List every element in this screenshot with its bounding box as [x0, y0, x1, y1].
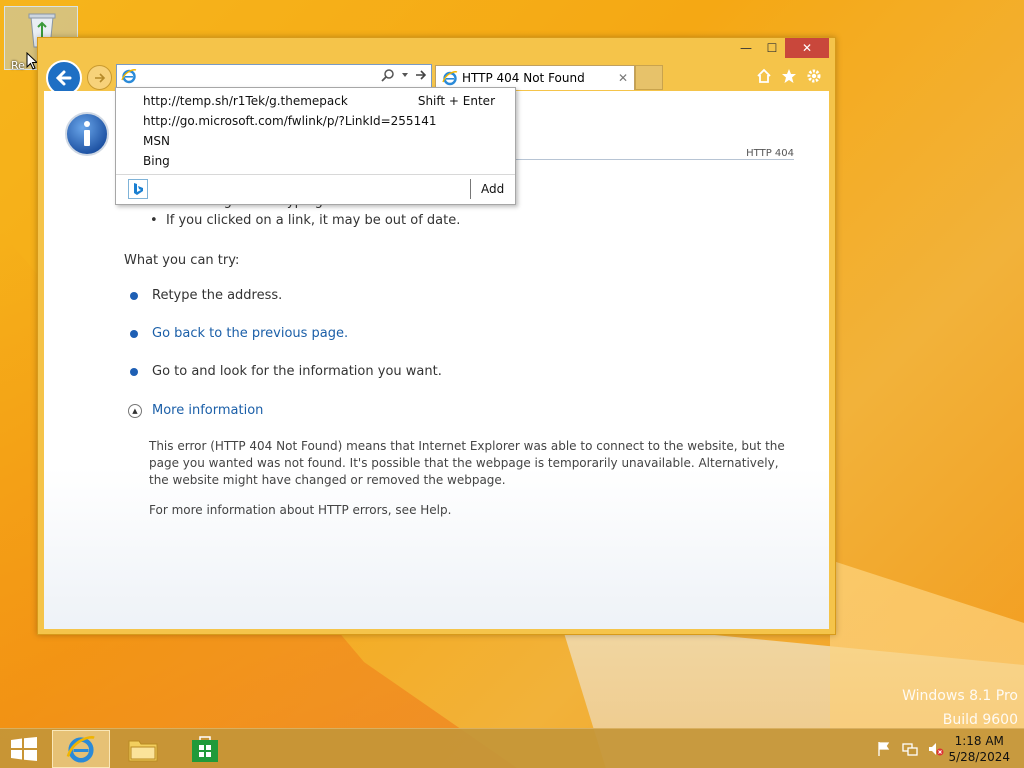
- more-information-toggle[interactable]: ▲ More information: [128, 403, 263, 418]
- address-suggestions-dropdown: http://temp.sh/r1Tek/g.themepack Shift +…: [115, 87, 516, 205]
- try-item-retype: Retype the address.: [130, 288, 282, 303]
- ie-logo-icon: [66, 736, 95, 763]
- address-input[interactable]: [139, 67, 369, 85]
- os-watermark: Windows 8.1 Pro Build 9600: [902, 688, 1018, 728]
- arrow-right-icon: [94, 72, 105, 83]
- bullet-item: • If you clicked on a link, it may be ou…: [150, 213, 461, 228]
- system-tray: [876, 741, 944, 757]
- error-description: This error (HTTP 404 Not Found) means th…: [149, 439, 785, 487]
- chevron-up-icon: ▲: [128, 403, 142, 418]
- address-bar[interactable]: [116, 64, 432, 88]
- taskbar-file-explorer[interactable]: [114, 730, 172, 768]
- window-controls: — ☐ ✕: [733, 38, 829, 58]
- suggestion-item[interactable]: MSN: [143, 134, 170, 148]
- dropdown-divider: [116, 174, 515, 175]
- network-icon[interactable]: [902, 741, 918, 757]
- try-item-go-to: Go to and look for the information you w…: [130, 364, 442, 379]
- settings-button[interactable]: [805, 67, 823, 85]
- store-icon: [192, 736, 218, 762]
- bing-search-provider-button[interactable]: [128, 179, 148, 199]
- clock-date: 5/28/2024: [948, 750, 1010, 764]
- gear-icon: [807, 69, 821, 83]
- folder-icon: [128, 740, 158, 762]
- flag-icon[interactable]: [876, 741, 892, 757]
- suggestion-item[interactable]: Bing: [143, 154, 170, 168]
- chevron-down-icon[interactable]: [401, 71, 409, 79]
- try-item-go-back: Go back to the previous page.: [130, 326, 348, 341]
- home-button[interactable]: [755, 67, 773, 85]
- dropdown-vertical-divider: [470, 179, 471, 199]
- ie-logo-icon: [121, 69, 137, 84]
- star-icon: [782, 69, 796, 83]
- minimize-button[interactable]: —: [733, 38, 759, 58]
- add-provider-button[interactable]: Add: [481, 182, 504, 196]
- maximize-button[interactable]: ☐: [759, 38, 785, 58]
- windows-start-icon[interactable]: [10, 737, 38, 761]
- arrow-left-icon: [55, 70, 72, 86]
- shortcut-hint: Shift + Enter: [417, 94, 495, 108]
- what-you-can-try-heading: What you can try:: [124, 253, 240, 268]
- taskbar: 1:18 AM 5/28/2024: [0, 728, 1024, 768]
- http-code-label: HTTP 404: [746, 148, 794, 159]
- bing-icon: [134, 183, 143, 195]
- help-text: For more information about HTTP errors, …: [149, 503, 452, 517]
- bullet-dot-icon: [130, 329, 138, 338]
- tab-close-icon[interactable]: ✕: [618, 71, 628, 85]
- clock-time: 1:18 AM: [954, 734, 1004, 748]
- new-tab-button[interactable]: [635, 65, 663, 90]
- volume-muted-icon[interactable]: [928, 741, 944, 757]
- go-arrow-icon[interactable]: [415, 69, 427, 81]
- bullet-dot-icon: [130, 291, 138, 300]
- search-icon[interactable]: [381, 68, 395, 82]
- home-icon: [757, 68, 771, 83]
- tab-title: HTTP 404 Not Found: [462, 71, 585, 85]
- close-button[interactable]: ✕: [785, 38, 829, 58]
- taskbar-store[interactable]: [176, 730, 234, 768]
- forward-button[interactable]: [87, 65, 112, 90]
- favorites-button[interactable]: [780, 67, 798, 85]
- suggestion-item[interactable]: http://temp.sh/r1Tek/g.themepack: [143, 94, 348, 108]
- info-icon: [65, 112, 109, 156]
- taskbar-clock[interactable]: 1:18 AM 5/28/2024: [948, 733, 1010, 765]
- bullet-dot-icon: [130, 367, 138, 376]
- suggestion-item[interactable]: http://go.microsoft.com/fwlink/p/?LinkId…: [143, 114, 436, 128]
- go-back-link[interactable]: Go back to the previous page.: [152, 326, 348, 341]
- recycle-bin-label: Re: [11, 59, 25, 72]
- ie-logo-icon: [442, 71, 458, 86]
- taskbar-internet-explorer[interactable]: [52, 730, 110, 768]
